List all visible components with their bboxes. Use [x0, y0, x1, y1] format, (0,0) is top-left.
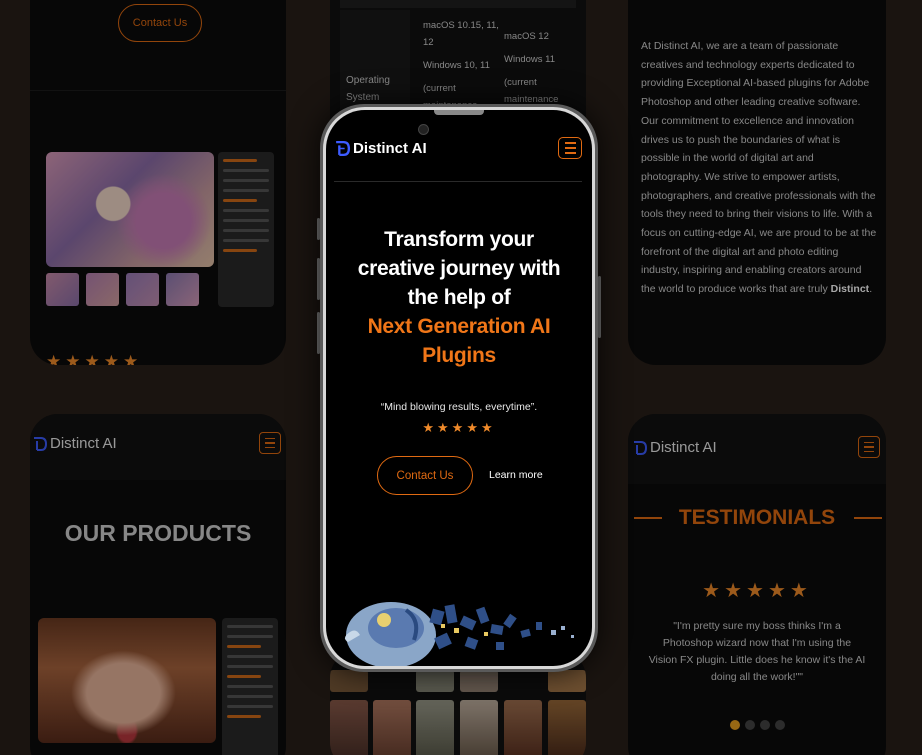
screen-bottom-left: Distinct AI OUR PRODUCTS [30, 414, 286, 755]
hero-headline: Transform your creative journey with the… [326, 225, 592, 370]
thumbnail[interactable] [548, 670, 586, 692]
rating-stars: ★★★★★ [46, 352, 143, 365]
thumbnail[interactable] [460, 670, 498, 692]
brand-logo-icon [634, 441, 648, 455]
brand-name: Distinct AI [650, 439, 717, 456]
hero-quote: “Mind blowing results, everytime”. [380, 401, 538, 413]
contact-us-button[interactable]: Contact Us [118, 4, 202, 42]
thumbnail[interactable] [46, 273, 79, 306]
phone-mockup: Distinct AI Transform your creative jour… [320, 104, 598, 672]
carousel-dot[interactable] [760, 720, 770, 730]
menu-button[interactable] [259, 432, 281, 454]
carousel-dots [730, 720, 785, 730]
screen-top-left: Contact Us ★★★★★ [30, 0, 286, 365]
req-line: Windows 10, 11 [423, 60, 490, 71]
brand-name: Distinct AI [50, 435, 117, 452]
product-artwork-image [46, 152, 214, 267]
win-requirements-cell: macOS 12 Windows 11 (current maintenance [504, 31, 558, 105]
headline-highlight: Plugins [422, 344, 496, 367]
learn-more-link[interactable]: Learn more [489, 469, 543, 481]
thumbnail[interactable] [330, 670, 368, 692]
phone-notch [434, 110, 484, 115]
thumbnail[interactable] [373, 700, 411, 755]
products-title: OUR PRODUCTS [64, 520, 252, 546]
brand-name: Distinct AI [353, 140, 427, 157]
about-paragraph: At Distinct AI, we are a team of passion… [641, 37, 877, 299]
req-line: macOS 12 [504, 31, 549, 42]
phone-side-button [598, 276, 601, 338]
about-end: . [869, 283, 873, 296]
plugin-panel-image [222, 618, 278, 755]
screen-bottom-right: Distinct AI TESTIMONIALS ★★★★★ "I'm pret… [628, 414, 886, 755]
testimonial-quote: "I'm pretty sure my boss thinks I'm a Ph… [648, 620, 866, 683]
rating-stars: ★★★★★ [702, 580, 812, 602]
about-text: At Distinct AI, we are a team of passion… [641, 40, 877, 296]
menu-button[interactable] [858, 436, 880, 458]
plugin-panel-image [218, 152, 274, 307]
mac-requirements-cell: macOS 10.15, 11, 12 Windows 10, 11 (curr… [423, 20, 499, 111]
hero-artwork-image [344, 602, 574, 666]
screen-top-right: At Distinct AI, we are a team of passion… [628, 0, 886, 365]
contact-us-button[interactable]: Contact Us [377, 456, 473, 495]
thumbnail[interactable] [330, 700, 368, 755]
header-divider [334, 181, 582, 182]
carousel-dot[interactable] [775, 720, 785, 730]
thumbnail[interactable] [416, 670, 454, 692]
title-rule-right [854, 517, 882, 519]
headline-line: the help of [407, 286, 511, 309]
product-portrait-image [38, 618, 216, 743]
carousel-dot-active[interactable] [730, 720, 740, 730]
rating-stars: ★★★★★ [422, 420, 496, 435]
headline-line: Transform your [384, 228, 534, 251]
headline-line: creative journey with [357, 257, 561, 280]
camera [418, 124, 429, 135]
app-header: Distinct AI [30, 414, 286, 480]
req-line: 12 [423, 37, 434, 48]
thumbnail[interactable] [460, 700, 498, 755]
thumbnail[interactable] [126, 273, 159, 306]
os-label-line1: Operating [346, 75, 390, 86]
thumbnail[interactable] [166, 273, 199, 306]
thumbnail[interactable] [416, 700, 454, 755]
app-header: Distinct AI [628, 414, 886, 484]
req-line: (current [423, 83, 456, 94]
brand-logo-icon [336, 140, 351, 157]
req-line: (current [504, 77, 537, 88]
headline-highlight: Next Generation AI [367, 315, 551, 338]
table-header-bar [340, 0, 576, 8]
req-line: Windows 11 [504, 54, 556, 65]
phone-screen: Distinct AI Transform your creative jour… [326, 110, 592, 666]
thumbnail[interactable] [86, 273, 119, 306]
testimonials-title: TESTIMONIALS [678, 506, 836, 529]
req-line: macOS 10.15, 11, [423, 20, 499, 31]
brand-logo-icon [34, 437, 48, 451]
thumbnail[interactable] [548, 700, 586, 755]
thumbnail[interactable] [504, 700, 542, 755]
menu-button[interactable] [558, 137, 582, 159]
divider [30, 90, 286, 91]
carousel-dot[interactable] [745, 720, 755, 730]
about-emphasis: Distinct [830, 283, 870, 296]
